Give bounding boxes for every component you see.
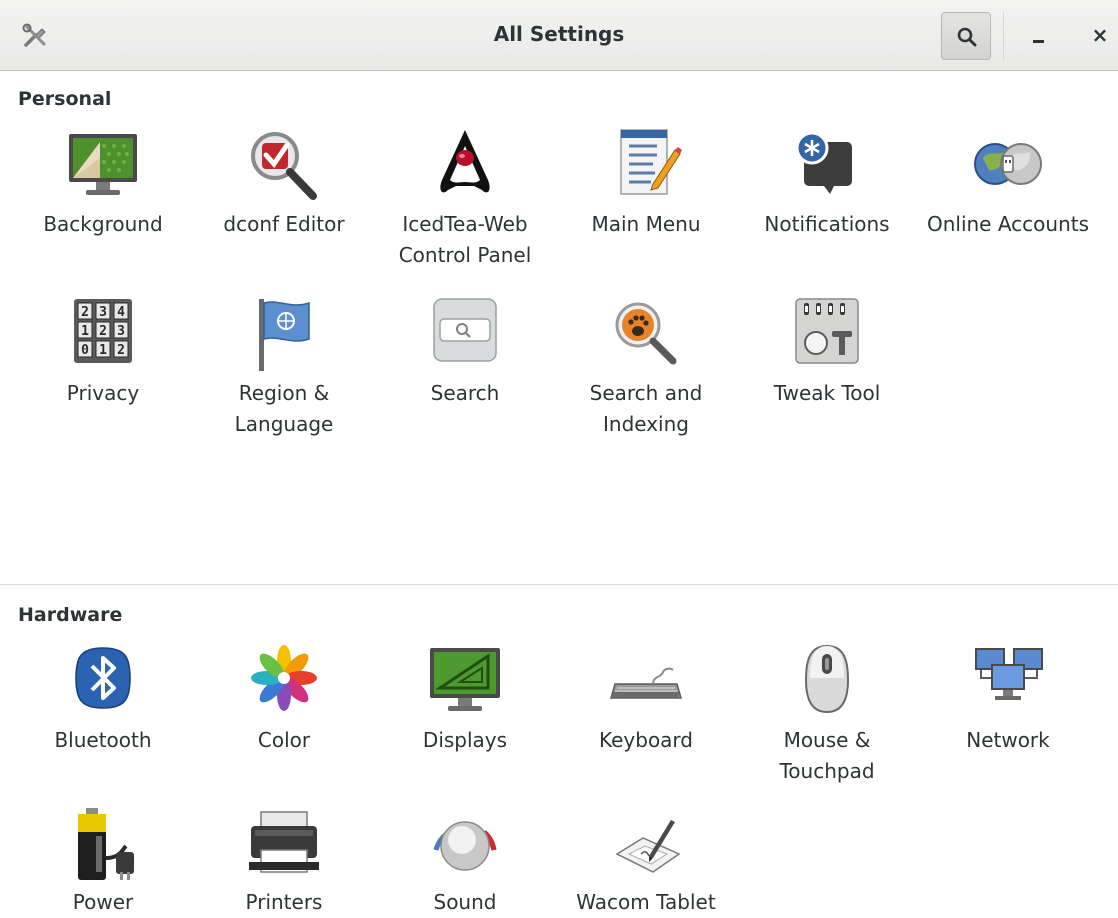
tile-label: Online Accounts [926,212,1090,236]
tile-label: Search and Indexing [589,381,703,436]
tile-label: Network [966,728,1050,752]
header-separator [1003,12,1004,60]
tweak-tool-icon [795,298,859,364]
tile-label: Privacy [66,381,140,405]
online-accounts-icon [974,143,1042,185]
tile-label: Search [430,381,500,405]
tile-tweak-tool[interactable]: Tweak Tool [742,297,912,409]
svg-text:0: 0 [81,343,89,358]
network-icon [975,648,1043,700]
tile-bluetooth[interactable]: Bluetooth [18,644,188,756]
svg-text:4: 4 [117,305,125,320]
tile-region-language[interactable]: Region & Language [199,297,369,440]
dconf-editor-icon [251,132,317,200]
tile-network[interactable]: Network [923,644,1093,756]
tile-main-menu[interactable]: Main Menu [561,128,731,240]
tile-label: Keyboard [598,728,693,752]
tile-displays[interactable]: Displays [380,644,550,756]
svg-text:2: 2 [99,324,107,339]
tile-label: Wacom Tablet [576,890,716,914]
tile-label: Main Menu [591,212,701,236]
bluetooth-icon [75,647,131,709]
section-divider [0,584,1118,585]
svg-text:2: 2 [81,305,89,320]
svg-text:3: 3 [117,324,125,339]
sound-icon [433,821,497,871]
mouse-touchpad-icon [804,644,850,714]
tile-sound[interactable]: Sound [380,806,550,918]
tile-search-indexing[interactable]: Search and Indexing [561,297,731,440]
notifications-icon [795,131,852,194]
section-title-hardware: Hardware [18,604,123,626]
tile-power[interactable]: Power [18,806,188,918]
tile-dconf-editor[interactable]: dconf Editor [199,128,369,240]
tile-label: Color [257,728,311,752]
search-button[interactable] [941,12,991,60]
section-title-personal: Personal [18,88,112,110]
tile-wacom-tablet[interactable]: Wacom Tablet [561,806,731,918]
svg-text:1: 1 [99,343,107,358]
color-icon [251,645,317,711]
search-settings-icon [433,298,497,362]
displays-icon [430,648,500,711]
search-icon [957,27,977,47]
tile-background[interactable]: Background [18,128,188,240]
tile-icedtea-web[interactable]: IcedTea-Web Control Panel [380,128,550,271]
tile-label: Displays [422,728,508,752]
wacom-tablet-icon [615,820,681,873]
tile-label: Region & Language [234,381,334,436]
tile-label: Bluetooth [54,728,152,752]
power-icon [78,808,134,880]
tile-online-accounts[interactable]: Online Accounts [923,128,1093,240]
close-button[interactable]: × [1088,20,1112,50]
svg-text:2: 2 [117,343,125,358]
tile-label: Printers [245,890,323,914]
privacy-icon: 234 123 012 [74,299,132,363]
tile-color[interactable]: Color [199,644,369,756]
printers-icon [249,811,319,873]
tile-search[interactable]: Search [380,297,550,409]
svg-text:3: 3 [99,305,107,320]
tile-keyboard[interactable]: Keyboard [561,644,731,756]
svg-text:1: 1 [81,324,89,339]
keyboard-icon [610,667,682,699]
search-indexing-icon [615,302,677,365]
tile-label: Sound [433,890,497,914]
region-language-icon [259,299,310,371]
tile-printers[interactable]: Printers [199,806,369,918]
header-bar: All Settings × [0,0,1118,71]
tile-privacy[interactable]: 234 123 012 Privacy [18,297,188,409]
tile-label: IcedTea-Web Control Panel [398,212,532,267]
tile-label: dconf Editor [223,212,345,236]
tile-mouse-touchpad[interactable]: Mouse & Touchpad [742,644,912,787]
minimize-button[interactable] [1030,20,1048,50]
main-menu-icon [620,129,682,195]
tile-label: Notifications [764,212,890,236]
tile-label: Power [72,890,134,914]
background-icon [69,134,137,195]
tile-notifications[interactable]: Notifications [742,128,912,240]
icedtea-web-icon [440,130,490,193]
tile-label: Background [43,212,163,236]
tile-label: Mouse & Touchpad [779,728,875,783]
tile-label: Tweak Tool [773,381,881,405]
